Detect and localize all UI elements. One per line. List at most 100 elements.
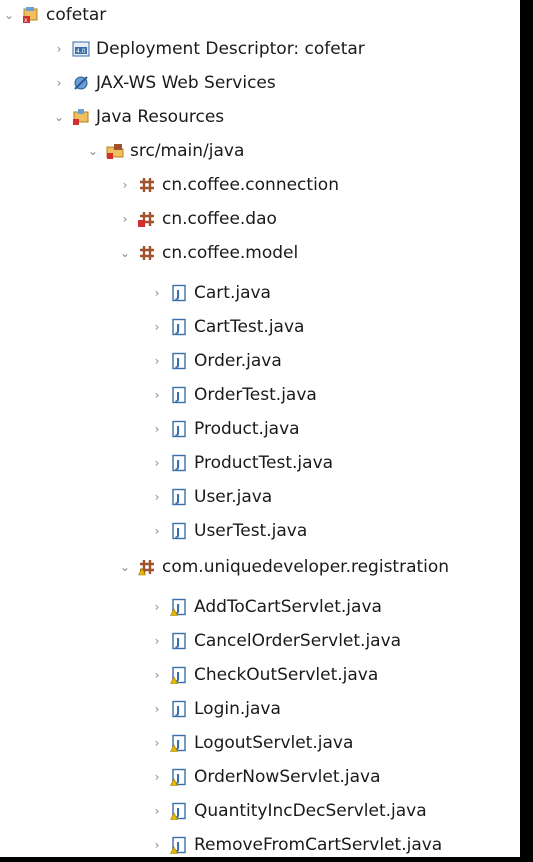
java-file-icon: J xyxy=(170,454,188,472)
java-file-warning-icon: J xyxy=(170,734,188,752)
chevron-right-icon[interactable]: › xyxy=(50,40,68,58)
tree-item-java-file[interactable]: › J QuantityIncDecServlet.java xyxy=(148,794,427,828)
chevron-down-icon[interactable]: ⌄ xyxy=(50,108,68,126)
java-file-warning-icon: J xyxy=(170,598,188,616)
svg-text:J: J xyxy=(175,424,180,437)
package-warning-icon xyxy=(138,558,156,576)
chevron-right-icon[interactable]: › xyxy=(148,522,166,540)
tree-item-label: JAX-WS Web Services xyxy=(96,73,276,93)
tree-item-package[interactable]: ⌄ cn.coffee.model xyxy=(116,236,298,270)
tree-item-jaxws[interactable]: › JAX-WS Web Services xyxy=(50,66,276,100)
source-folder-icon xyxy=(106,142,124,160)
svg-text:4.0: 4.0 xyxy=(76,48,86,55)
tree-item-label: Java Resources xyxy=(96,107,225,127)
svg-text:J: J xyxy=(175,636,180,649)
tree-item-java-file[interactable]: › J ProductTest.java xyxy=(148,446,333,480)
java-file-icon: J xyxy=(170,488,188,506)
tree-item-java-file[interactable]: › J User.java xyxy=(148,480,273,514)
java-file-icon: J xyxy=(170,632,188,650)
java-resources-icon xyxy=(72,108,90,126)
package-error-icon xyxy=(138,210,156,228)
chevron-right-icon[interactable]: › xyxy=(116,210,134,228)
tree-item-java-resources[interactable]: ⌄ Java Resources xyxy=(50,100,224,134)
tree-item-java-file[interactable]: › J Order.java xyxy=(148,344,282,378)
svg-text:J: J xyxy=(175,356,180,369)
chevron-right-icon[interactable]: › xyxy=(148,318,166,336)
svg-text:J: J xyxy=(175,390,180,403)
tree-item-label: UserTest.java xyxy=(194,521,308,541)
java-file-warning-icon: J xyxy=(170,802,188,820)
java-file-icon: J xyxy=(170,284,188,302)
tree-item-package[interactable]: › cn.coffee.connection xyxy=(116,168,339,202)
chevron-right-icon[interactable]: › xyxy=(148,700,166,718)
chevron-right-icon[interactable]: › xyxy=(148,768,166,786)
tree-item-label: RemoveFromCartServlet.java xyxy=(194,835,443,855)
chevron-down-icon[interactable]: ⌄ xyxy=(0,6,18,24)
java-file-warning-icon: J xyxy=(170,666,188,684)
tree-item-label: LogoutServlet.java xyxy=(194,733,354,753)
chevron-right-icon[interactable]: › xyxy=(148,802,166,820)
tree-item-java-file[interactable]: › J UserTest.java xyxy=(148,514,308,548)
tree-item-label: ProductTest.java xyxy=(194,453,334,473)
dynamic-web-project-icon: x xyxy=(22,6,40,24)
tree-item-project[interactable]: ⌄ x cofetar xyxy=(0,0,106,30)
chevron-right-icon[interactable]: › xyxy=(148,284,166,302)
chevron-right-icon[interactable]: › xyxy=(148,836,166,854)
chevron-right-icon[interactable]: › xyxy=(148,488,166,506)
tree-item-java-file[interactable]: › J LogoutServlet.java xyxy=(148,726,354,760)
tree-item-java-file[interactable]: › J OrderNowServlet.java xyxy=(148,760,381,794)
chevron-right-icon[interactable]: › xyxy=(148,632,166,650)
chevron-right-icon[interactable]: › xyxy=(148,598,166,616)
svg-text:J: J xyxy=(175,492,180,505)
chevron-down-icon[interactable]: ⌄ xyxy=(116,244,134,262)
chevron-down-icon[interactable]: ⌄ xyxy=(116,558,134,576)
tree-item-java-file[interactable]: › J Product.java xyxy=(148,412,300,446)
tree-item-java-file[interactable]: › J OrderTest.java xyxy=(148,378,317,412)
tree-item-java-file[interactable]: › J Cart.java xyxy=(148,276,271,310)
tree-item-label: src/main/java xyxy=(130,141,245,161)
svg-text:J: J xyxy=(175,458,180,471)
svg-text:J: J xyxy=(175,288,180,301)
tree-item-java-file[interactable]: › J AddToCartServlet.java xyxy=(148,590,382,624)
tree-item-java-file[interactable]: › J CancelOrderServlet.java xyxy=(148,624,401,658)
tree-item-java-file[interactable]: › J CartTest.java xyxy=(148,310,305,344)
chevron-right-icon[interactable]: › xyxy=(148,386,166,404)
java-file-warning-icon: J xyxy=(170,836,188,854)
tree-item-label: cn.coffee.model xyxy=(162,243,299,263)
java-file-icon: J xyxy=(170,318,188,336)
java-file-icon: J xyxy=(170,420,188,438)
chevron-down-icon[interactable]: ⌄ xyxy=(84,142,102,160)
chevron-right-icon[interactable]: › xyxy=(148,454,166,472)
java-file-icon: J xyxy=(170,522,188,540)
tree-item-label: Product.java xyxy=(194,419,300,439)
java-file-icon: J xyxy=(170,700,188,718)
chevron-right-icon[interactable]: › xyxy=(148,666,166,684)
tree-item-source-folder[interactable]: ⌄ src/main/java xyxy=(84,134,244,168)
tree-item-label: CartTest.java xyxy=(194,317,305,337)
tree-item-package[interactable]: › cn.coffee.dao xyxy=(116,202,277,236)
project-explorer-tree: ⌄ x cofetar › 4.0 Deployment Descriptor:… xyxy=(0,0,520,857)
tree-item-label: cn.coffee.dao xyxy=(162,209,277,229)
chevron-right-icon[interactable]: › xyxy=(50,74,68,92)
chevron-right-icon[interactable]: › xyxy=(116,176,134,194)
svg-text:x: x xyxy=(24,17,28,24)
tree-item-label: com.uniquedeveloper.registration xyxy=(162,557,450,577)
chevron-right-icon[interactable]: › xyxy=(148,352,166,370)
tree-item-label: cn.coffee.connection xyxy=(162,175,339,195)
tree-item-java-file[interactable]: › J CheckOutServlet.java xyxy=(148,658,379,692)
svg-text:J: J xyxy=(175,322,180,335)
chevron-right-icon[interactable]: › xyxy=(148,734,166,752)
chevron-right-icon[interactable]: › xyxy=(148,420,166,438)
tree-item-java-file[interactable]: › J Login.java xyxy=(148,692,281,726)
tree-item-label: cofetar xyxy=(46,5,107,25)
web-services-icon xyxy=(72,74,90,92)
tree-item-label: CheckOutServlet.java xyxy=(194,665,379,685)
tree-item-deployment-descriptor[interactable]: › 4.0 Deployment Descriptor: cofetar xyxy=(50,32,365,66)
tree-item-label: Order.java xyxy=(194,351,282,371)
tree-item-package[interactable]: ⌄ com.uniquedeveloper.registration xyxy=(116,550,449,584)
tree-item-label: AddToCartServlet.java xyxy=(194,597,382,617)
tree-item-label: Login.java xyxy=(194,699,281,719)
tree-item-label: Deployment Descriptor: cofetar xyxy=(96,39,365,59)
tree-item-label: CancelOrderServlet.java xyxy=(194,631,402,651)
tree-item-label: QuantityIncDecServlet.java xyxy=(194,801,427,821)
